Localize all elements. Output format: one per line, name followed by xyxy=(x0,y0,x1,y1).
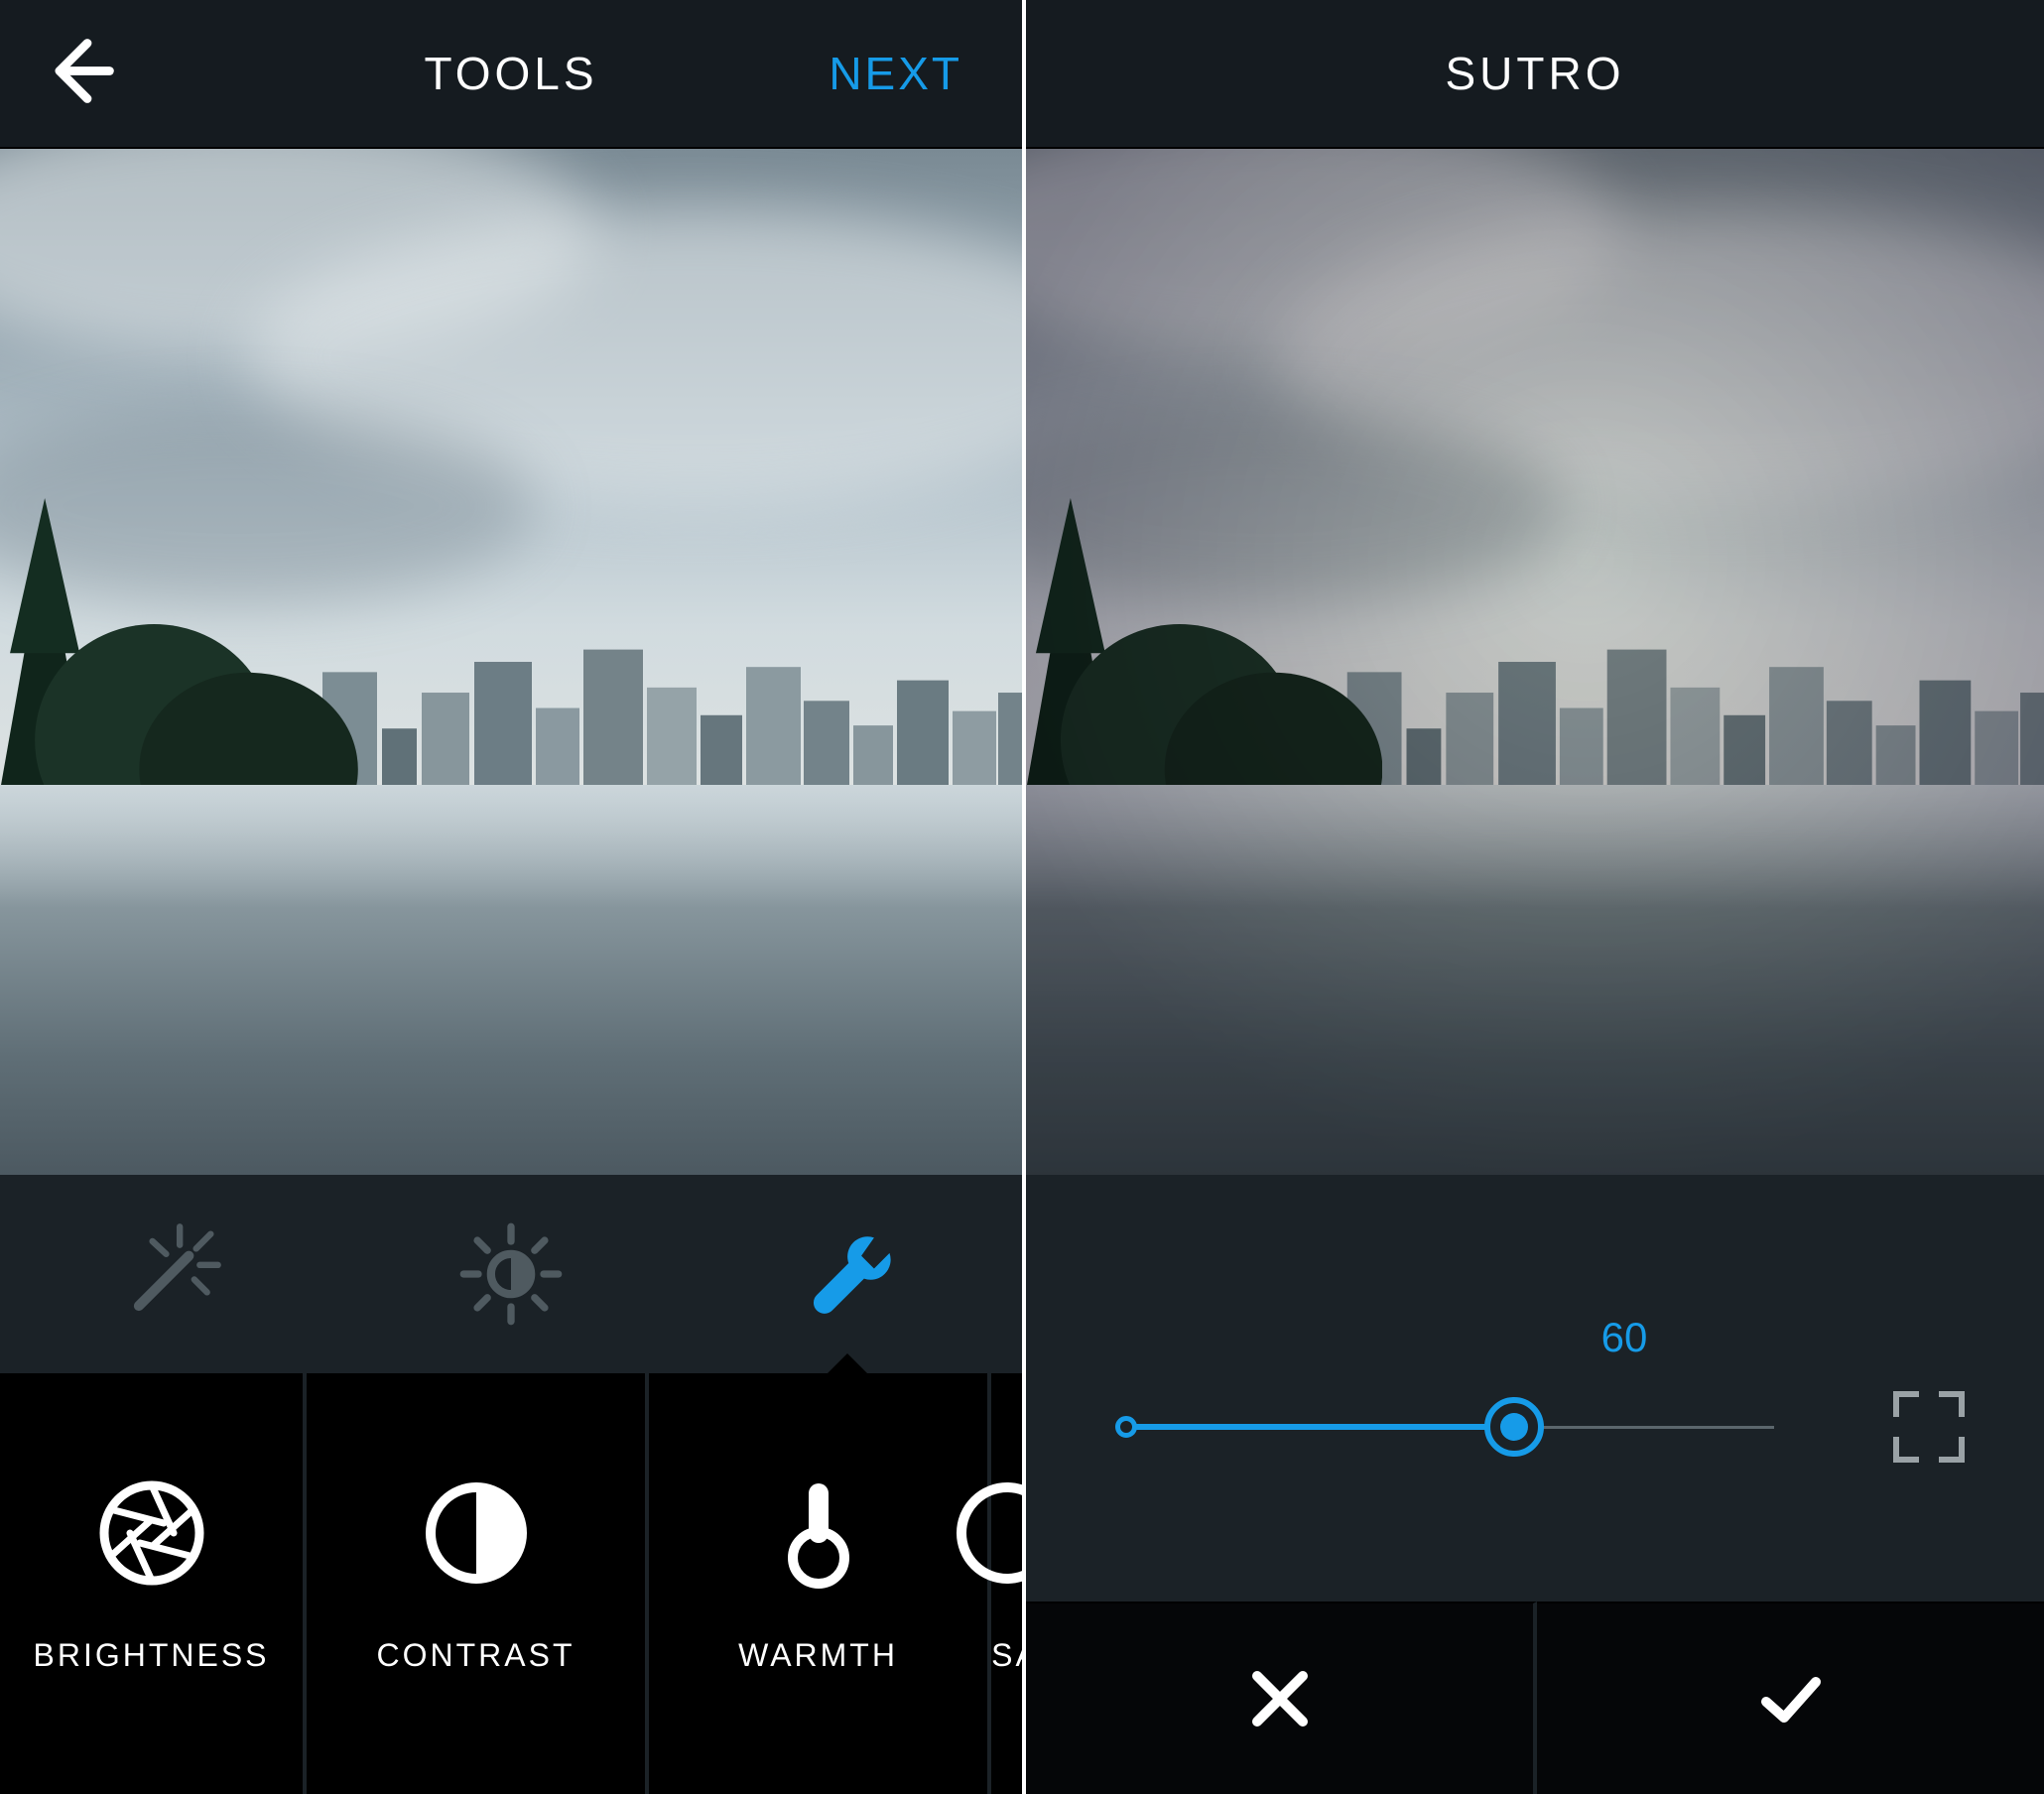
contrast-icon xyxy=(417,1474,536,1593)
next-button[interactable]: NEXT xyxy=(829,47,962,100)
skyline-graphic xyxy=(1026,631,2044,898)
frame-toggle[interactable] xyxy=(1893,1391,1965,1463)
wrench-icon xyxy=(797,1219,906,1329)
magic-wand-icon xyxy=(116,1219,225,1329)
check-icon xyxy=(1756,1664,1826,1733)
tool-contrast[interactable]: CONTRAST xyxy=(307,1373,649,1794)
header-filter: SUTRO xyxy=(1026,0,2044,149)
aperture-icon xyxy=(92,1474,211,1593)
tool-tabs xyxy=(0,1175,1022,1373)
tab-lux[interactable] xyxy=(340,1175,681,1373)
tool-label: SATU xyxy=(991,1637,1022,1674)
page-title: TOOLS xyxy=(424,47,597,100)
slider-start-dot xyxy=(1115,1416,1137,1438)
header-tools: TOOLS NEXT xyxy=(0,0,1022,149)
tool-brightness[interactable]: BRIGHTNESS xyxy=(0,1373,307,1794)
tools-scroll[interactable]: BRIGHTNESS CONTRAST WARMTH SATU xyxy=(0,1373,1022,1794)
back-button[interactable] xyxy=(40,32,119,116)
tool-saturation[interactable]: SATU xyxy=(991,1373,1022,1794)
screen-tools: TOOLS NEXT xyxy=(0,0,1022,1794)
tool-warmth[interactable]: WARMTH xyxy=(649,1373,991,1794)
tab-magic-wand[interactable] xyxy=(0,1175,340,1373)
confirm-button[interactable] xyxy=(1537,1602,2044,1794)
filter-slider-panel: 60 xyxy=(1026,1175,2044,1602)
active-tab-pointer xyxy=(826,1353,869,1375)
close-icon xyxy=(1245,1664,1315,1733)
photo-preview[interactable] xyxy=(0,149,1022,1175)
slider-thumb[interactable] xyxy=(1484,1397,1544,1457)
filter-title: SUTRO xyxy=(1446,47,1625,100)
confirm-bar xyxy=(1026,1602,2044,1794)
tab-wrench[interactable] xyxy=(682,1175,1022,1373)
tool-label: WARMTH xyxy=(738,1637,898,1674)
slider-value: 60 xyxy=(1601,1314,1648,1361)
screen-filter: SUTRO xyxy=(1022,0,2044,1794)
trees-graphic xyxy=(1026,498,1382,847)
droplet-icon xyxy=(948,1474,1022,1593)
filter-strength-slider[interactable] xyxy=(1125,1424,1774,1430)
cancel-button[interactable] xyxy=(1026,1602,1537,1794)
tool-label: CONTRAST xyxy=(377,1637,575,1674)
arrow-left-icon xyxy=(40,32,119,111)
tool-label: BRIGHTNESS xyxy=(33,1637,269,1674)
photo-preview-filtered[interactable] xyxy=(1026,149,2044,1175)
thermometer-icon xyxy=(759,1474,878,1593)
lux-icon xyxy=(456,1219,566,1329)
